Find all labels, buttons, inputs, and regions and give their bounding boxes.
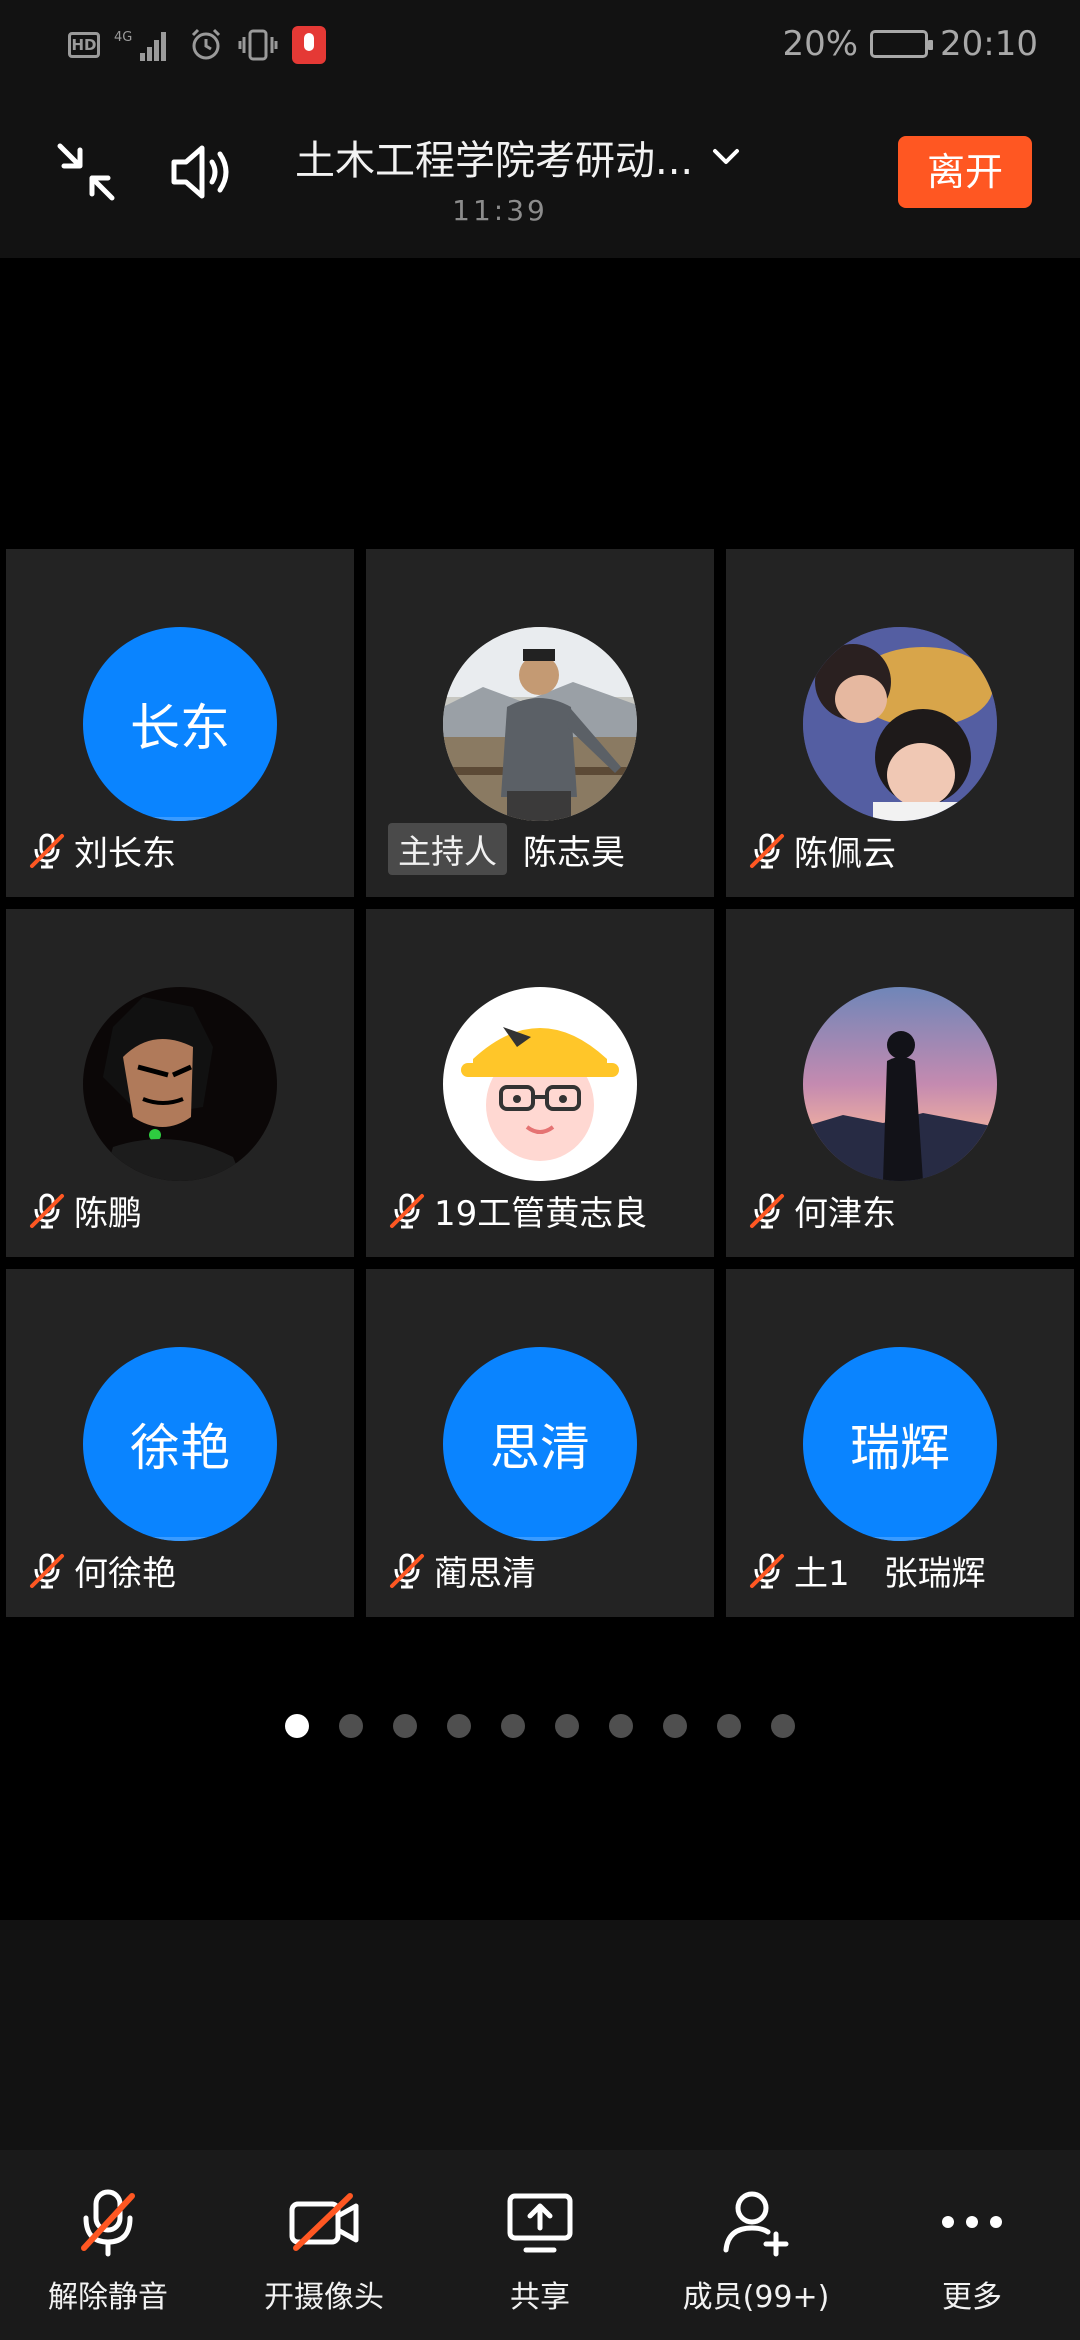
mic-muted-icon <box>750 1553 784 1588</box>
status-icons-left: HD 4G <box>68 26 326 64</box>
share-label: 共享 <box>510 2280 570 2315</box>
participant-name-row: 何津东 <box>748 1186 896 1235</box>
unmute-label: 解除静音 <box>48 2280 168 2315</box>
participant-tile[interactable]: 何津东 <box>726 909 1074 1257</box>
avatar: 徐艳 <box>83 1347 277 1541</box>
participant-name-row: 陈鹏 <box>28 1186 142 1235</box>
participant-name-row: 19工管黄志良 <box>388 1186 647 1235</box>
meeting-duration: 11:39 <box>452 194 548 227</box>
page-dot[interactable] <box>717 1714 741 1738</box>
meeting-title-area[interactable]: 土木工程学院考研动... 11:39 <box>295 128 775 227</box>
camera-button[interactable]: 开摄像头 <box>216 2150 432 2340</box>
participant-name-row: 刘长东 <box>28 826 176 875</box>
battery-icon <box>870 30 934 58</box>
chevron-down-icon[interactable] <box>711 142 741 172</box>
meeting-toolbar: 解除静音 开摄像头 共享 成员(99+) 更多 <box>0 2150 1080 2340</box>
speaker-icon[interactable] <box>164 132 244 212</box>
page-dot[interactable] <box>501 1714 525 1738</box>
meeting-header: 土木工程学院考研动... 11:39 离开 <box>0 92 1080 258</box>
participant-name-row: 蔺思清 <box>388 1546 536 1595</box>
page-dot[interactable] <box>393 1714 417 1738</box>
page-dot[interactable] <box>339 1714 363 1738</box>
avatar <box>443 627 637 821</box>
members-button[interactable]: 成员(99+) <box>648 2150 864 2340</box>
participant-tile[interactable]: 陈鹏 <box>6 909 354 1257</box>
unmute-button[interactable]: 解除静音 <box>0 2150 216 2340</box>
participant-grid: 长东 刘长东 主持人 陈志昊 陈佩云 陈鹏 19工管黄志良 何津东 徐艳 何徐艳… <box>6 549 1074 1617</box>
participant-name: 刘长东 <box>74 834 176 874</box>
camera-off-icon <box>289 2193 359 2251</box>
avatar: 思清 <box>443 1347 637 1541</box>
participant-tile[interactable]: 19工管黄志良 <box>366 909 714 1257</box>
page-dot[interactable] <box>771 1714 795 1738</box>
page-dot[interactable] <box>285 1714 309 1738</box>
minimize-icon[interactable] <box>46 132 126 212</box>
participant-name: 陈鹏 <box>74 1194 142 1234</box>
avatar <box>443 987 637 1181</box>
camera-label: 开摄像头 <box>264 2280 384 2315</box>
more-label: 更多 <box>942 2280 1002 2315</box>
participant-name: 蔺思清 <box>434 1554 536 1594</box>
leave-button[interactable]: 离开 <box>898 136 1032 208</box>
participant-name-row: 何徐艳 <box>28 1546 176 1595</box>
avatar: 长东 <box>83 627 277 821</box>
participant-name: 陈志昊 <box>523 832 625 873</box>
avatar: 瑞辉 <box>803 1347 997 1541</box>
page-dot[interactable] <box>447 1714 471 1738</box>
more-icon <box>942 2216 1002 2228</box>
add-member-icon <box>723 2191 789 2257</box>
share-button[interactable]: 共享 <box>432 2150 648 2340</box>
battery-percent: 20% <box>782 24 859 64</box>
mic-muted-icon <box>30 833 64 868</box>
participant-tile[interactable]: 陈佩云 <box>726 549 1074 897</box>
page-indicator[interactable] <box>0 1714 1080 1738</box>
participant-name: 陈佩云 <box>794 834 896 874</box>
mic-off-icon <box>81 2189 135 2257</box>
participant-name-row: 主持人 陈志昊 <box>388 823 625 875</box>
hd-icon: HD <box>68 32 100 58</box>
status-bar: HD 4G 20% 20:10 <box>0 0 1080 92</box>
participant-name: 19工管黄志良 <box>434 1194 648 1234</box>
participant-tile[interactable]: 徐艳 何徐艳 <box>6 1269 354 1617</box>
mic-muted-icon <box>750 833 784 868</box>
clock: 20:10 <box>940 24 1038 64</box>
mic-muted-icon <box>750 1193 784 1228</box>
participant-tile[interactable]: 长东 刘长东 <box>6 549 354 897</box>
host-badge: 主持人 <box>388 823 507 875</box>
network-type: 4G <box>114 30 132 45</box>
participant-name-row: 陈佩云 <box>748 826 896 875</box>
participant-tile[interactable]: 主持人 陈志昊 <box>366 549 714 897</box>
mic-muted-icon <box>30 1193 64 1228</box>
meeting-title[interactable]: 土木工程学院考研动... <box>295 128 693 186</box>
mic-muted-icon <box>390 1553 424 1588</box>
vibrate-icon <box>238 29 278 61</box>
avatar <box>803 987 997 1181</box>
mic-muted-icon <box>30 1553 64 1588</box>
more-button[interactable]: 更多 <box>864 2150 1080 2340</box>
page-dot[interactable] <box>609 1714 633 1738</box>
share-screen-icon <box>507 2193 573 2253</box>
participant-name: 何徐艳 <box>74 1554 176 1594</box>
avatar <box>803 627 997 821</box>
members-label: 成员(99+) <box>682 2280 830 2315</box>
participant-name: 土1 张瑞辉 <box>794 1554 986 1594</box>
avatar <box>83 987 277 1181</box>
alarm-icon <box>191 28 221 60</box>
participant-tile[interactable]: 思清 蔺思清 <box>366 1269 714 1617</box>
participant-name: 何津东 <box>794 1194 896 1234</box>
participant-name-row: 土1 张瑞辉 <box>748 1546 986 1595</box>
status-icons-right: 20% 20:10 <box>782 24 1038 64</box>
mic-muted-icon <box>390 1193 424 1228</box>
page-dot[interactable] <box>555 1714 579 1738</box>
participant-tile[interactable]: 瑞辉 土1 张瑞辉 <box>726 1269 1074 1617</box>
signal-icon: 4G <box>114 30 166 61</box>
page-dot[interactable] <box>663 1714 687 1738</box>
bottom-spacer <box>0 1920 1080 2150</box>
recording-mic-icon <box>292 26 326 64</box>
